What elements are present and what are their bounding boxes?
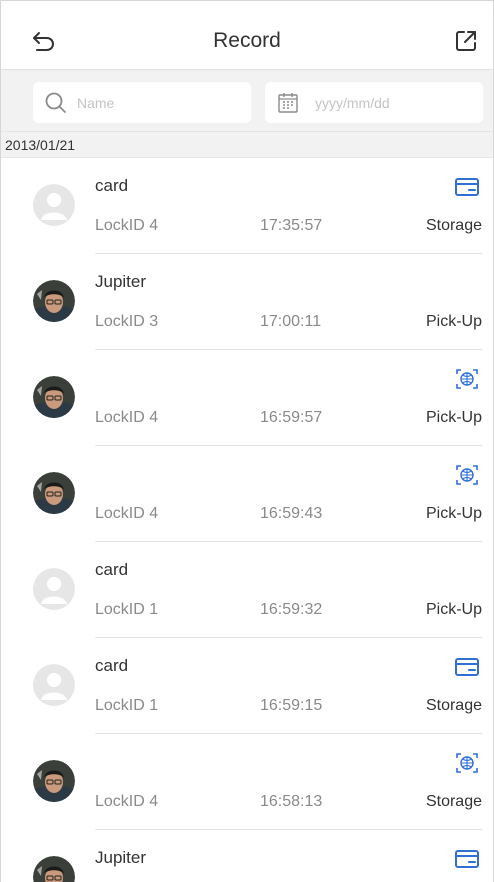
record-name: Jupiter <box>95 848 147 867</box>
filter-bar <box>1 71 493 131</box>
lock-id: LockID 4 <box>95 505 159 522</box>
date-input[interactable] <box>315 94 465 111</box>
lock-id: LockID 4 <box>95 793 159 810</box>
record-time: 16:59:15 <box>260 697 323 714</box>
card-icon <box>455 178 479 196</box>
record-type: Storage <box>425 217 482 234</box>
lock-id: LockID 1 <box>95 697 159 714</box>
record-name: card <box>95 656 129 675</box>
record-time: 17:35:57 <box>260 217 323 234</box>
record-row[interactable]: card LockID 1 16:59:15 Storage <box>1 638 493 734</box>
record-name: card <box>95 176 129 195</box>
record-type: Pick-Up <box>425 601 482 618</box>
record-time: 17:00:11 <box>260 313 322 330</box>
search-icon <box>45 92 66 113</box>
avatar <box>33 664 75 706</box>
name-input[interactable] <box>77 94 227 111</box>
avatar <box>33 280 75 322</box>
top-bar: Record <box>1 12 493 70</box>
record-list: card LockID 4 17:35:57 Storage Jupiter LockID… <box>1 158 493 882</box>
record-time: 16:59:32 <box>260 601 323 618</box>
card-icon <box>455 658 479 676</box>
date-group-header: 2013/01/21 <box>1 131 493 158</box>
record-row[interactable]: card LockID 4 17:35:57 Storage <box>1 158 493 254</box>
avatar <box>33 376 75 418</box>
export-icon[interactable] <box>453 28 479 54</box>
record-name: card <box>95 560 129 579</box>
page-title: Record <box>213 28 281 52</box>
date-search-field[interactable] <box>265 82 483 123</box>
lock-id: LockID 4 <box>95 217 159 234</box>
lock-id: LockID 4 <box>95 409 159 426</box>
record-type: Pick-Up <box>425 313 482 330</box>
record-type: Pick-Up <box>425 505 482 522</box>
record-type: Pick-Up <box>425 409 482 426</box>
record-row[interactable]: LockID 4 16:59:43 Pick-Up <box>1 446 493 542</box>
face-scan-icon <box>456 753 478 773</box>
face-scan-icon <box>456 369 478 389</box>
avatar <box>33 856 75 882</box>
record-row[interactable]: Jupiter LockID 3 17:00:11 Pick-Up <box>1 254 493 350</box>
lock-id: LockID 3 <box>95 313 159 330</box>
back-arrow-icon[interactable] <box>31 29 57 53</box>
record-type: Storage <box>425 697 482 714</box>
record-row[interactable]: LockID 4 16:59:57 Pick-Up <box>1 350 493 446</box>
record-type: Storage <box>425 793 482 810</box>
record-row[interactable]: card LockID 1 16:59:32 Pick-Up <box>1 542 493 638</box>
avatar <box>33 472 75 514</box>
record-time: 16:59:57 <box>260 409 323 426</box>
card-icon <box>455 850 479 868</box>
avatar <box>33 184 75 226</box>
avatar <box>33 568 75 610</box>
record-row[interactable]: LockID 4 16:58:13 Storage <box>1 734 493 830</box>
record-row[interactable]: Jupiter <box>1 830 493 882</box>
record-time: 16:59:43 <box>260 505 323 522</box>
calendar-icon <box>278 92 298 113</box>
record-time: 16:58:13 <box>260 793 323 810</box>
name-search-field[interactable] <box>33 82 251 123</box>
avatar <box>33 760 75 802</box>
record-name: Jupiter <box>95 272 147 291</box>
lock-id: LockID 1 <box>95 601 159 618</box>
app-frame: Record 2013/01/21 cardLockID 417:35:5 <box>0 0 494 882</box>
face-scan-icon <box>456 465 478 485</box>
